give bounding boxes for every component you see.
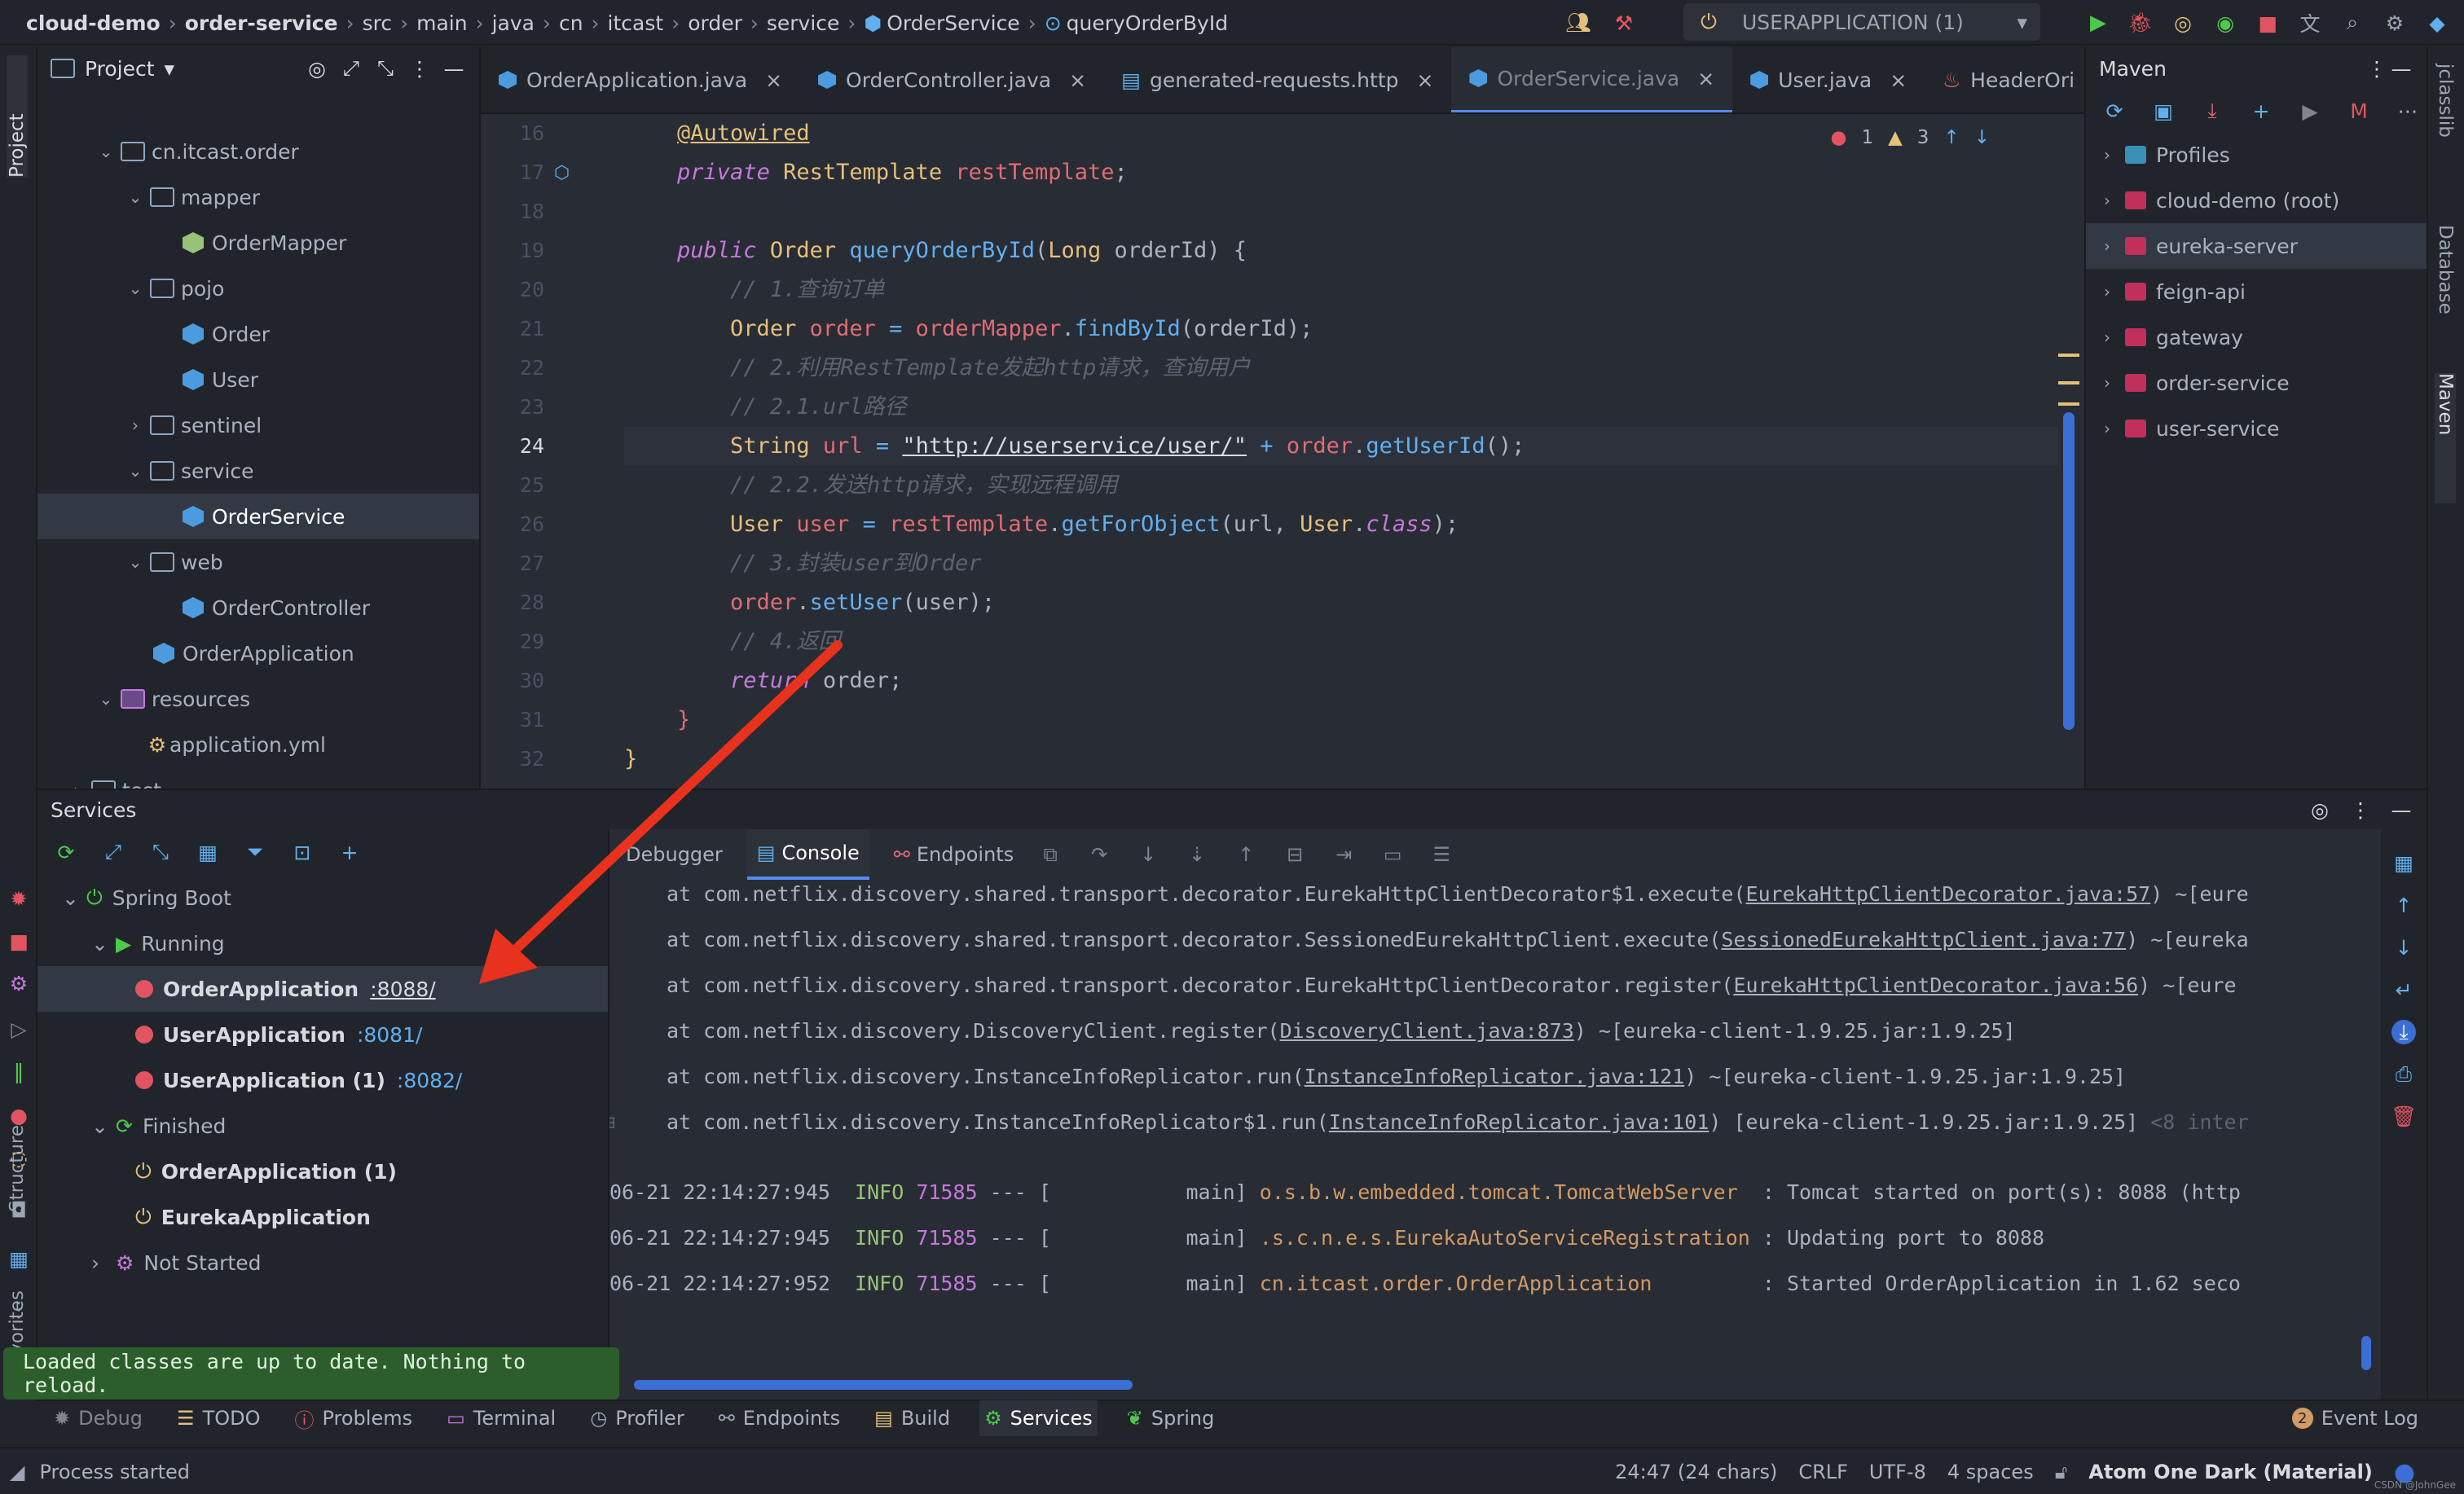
red-arrow-annotation <box>479 640 843 984</box>
